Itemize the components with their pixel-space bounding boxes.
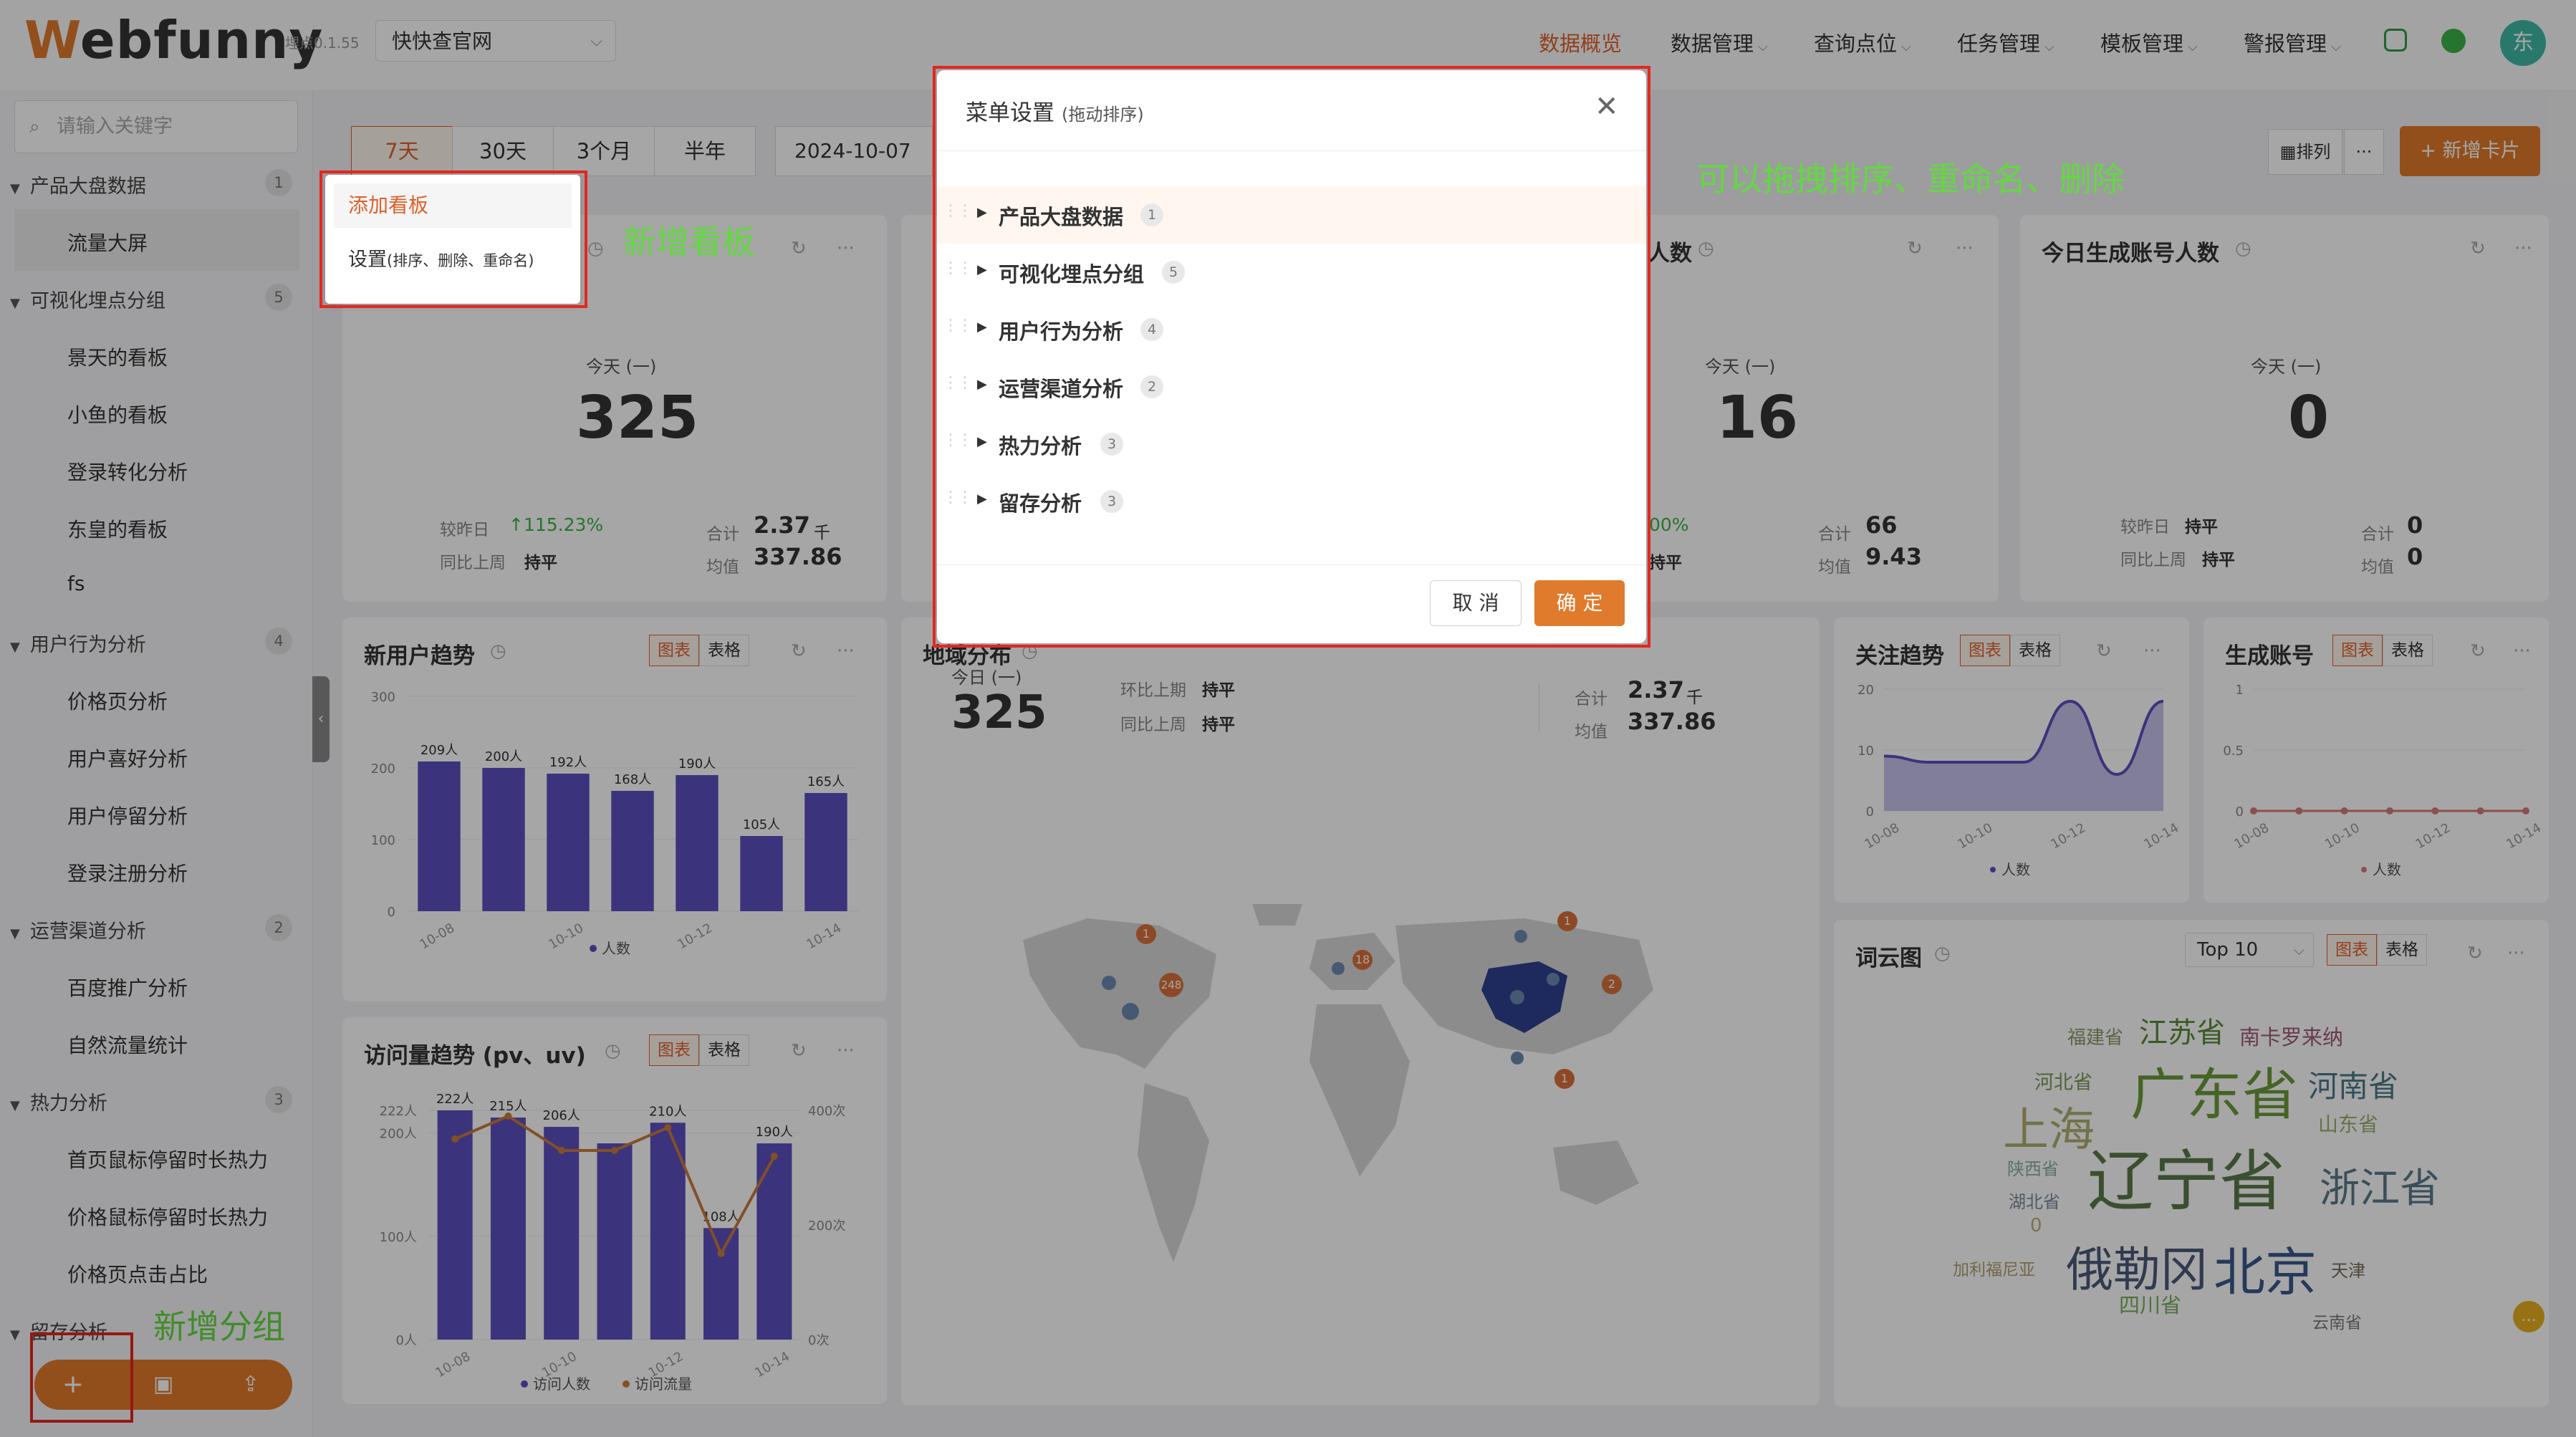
annotation-drag-tip: 可以拖拽排序、重命名、删除 <box>1696 160 2125 198</box>
annotation-new-board: 新增看板 <box>623 223 755 261</box>
highlight-modal <box>933 66 1650 648</box>
highlight-popup <box>319 170 587 308</box>
